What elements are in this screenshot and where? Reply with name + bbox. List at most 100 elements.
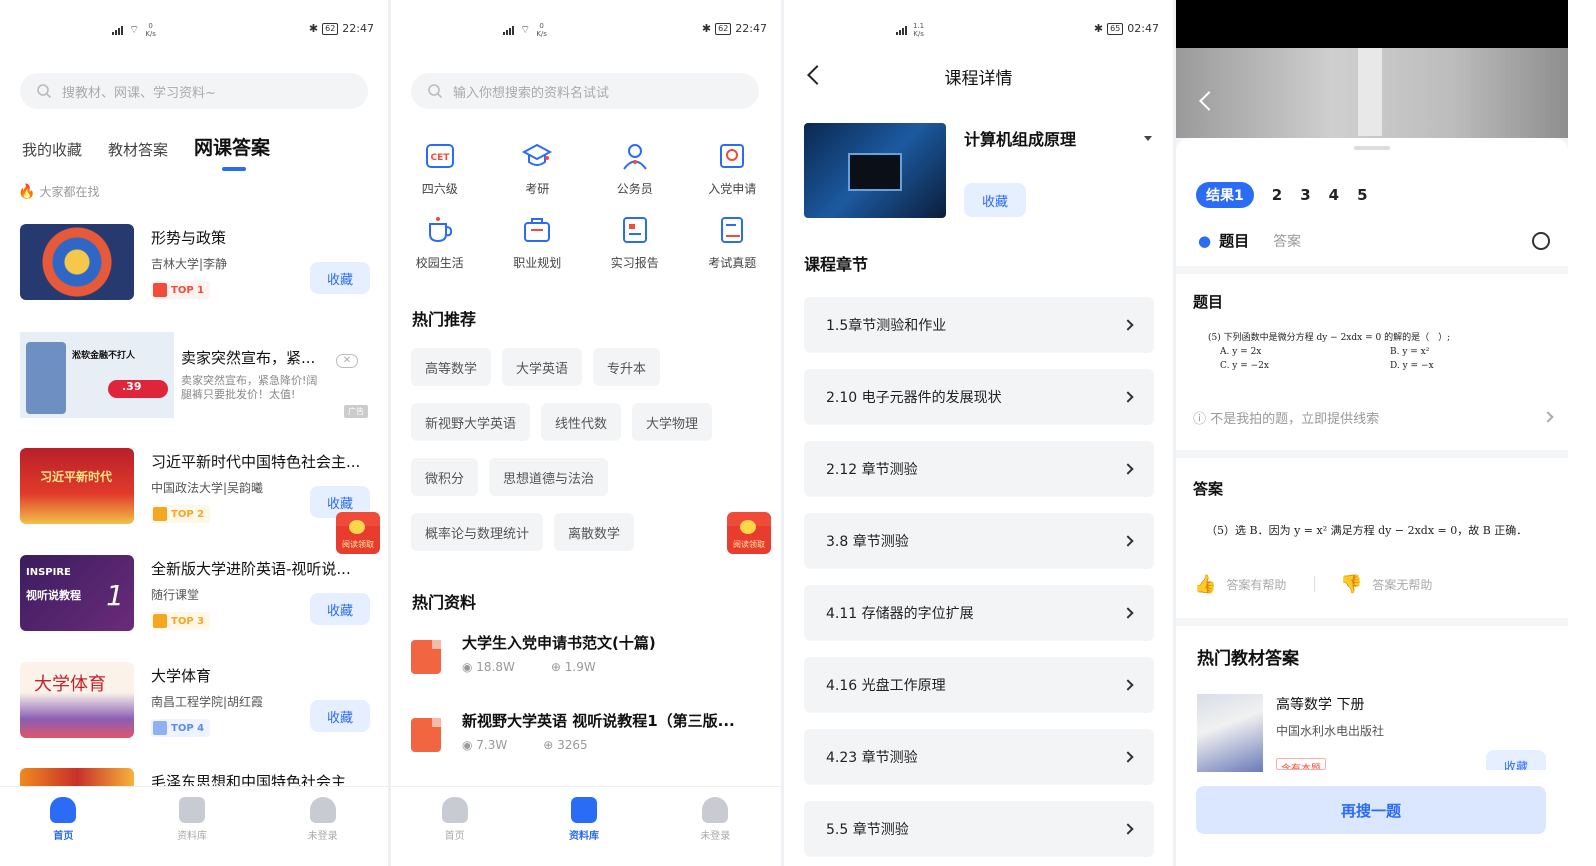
result-tab-3[interactable]: 3 <box>1300 186 1310 204</box>
option-c: C. y = −2x <box>1220 361 1269 371</box>
nav-home[interactable]: 首页 <box>50 797 77 866</box>
favorite-button[interactable]: 收藏 <box>310 593 370 625</box>
category-party-application[interactable]: 入党申请 <box>687 140 777 197</box>
course-thumbnail <box>20 224 134 300</box>
chip[interactable]: 离散数学 <box>554 513 635 551</box>
status-bar: ⌔ 0 K/s ✱ 62 22:47 <box>391 22 781 40</box>
helpful-button[interactable]: 👍 答案有帮助 <box>1194 574 1286 595</box>
chapter-item[interactable]: 4.16 光盘工作原理 <box>804 657 1154 713</box>
result-tab-1[interactable]: 结果1 <box>1196 182 1254 208</box>
course-thumbnail: 习近平新时代 <box>20 448 134 524</box>
red-packet-icon[interactable]: 阅读领取 <box>727 512 771 554</box>
doc-meta: ◉ 18.8W ⊕ 1.9W <box>462 660 596 674</box>
result-tab-2[interactable]: 2 <box>1272 186 1282 204</box>
refresh-icon[interactable] <box>1532 232 1550 250</box>
book-title: 高等数学 下册 <box>1276 697 1365 713</box>
search-input[interactable]: 输入你想搜索的资料名试试 <box>411 73 759 109</box>
course-item[interactable]: INSPIRE 视听说教程 1 全新版大学进阶英语-视听说... 随行课堂 TO… <box>20 555 370 635</box>
person-icon <box>622 144 647 170</box>
chapter-item[interactable]: 2.10 电子元器件的发展现状 <box>804 369 1154 425</box>
tab-answer[interactable]: 答案 <box>1273 231 1301 251</box>
red-packet-icon[interactable]: 阅读领取 <box>336 512 380 554</box>
chip[interactable]: 新视野大学英语 <box>411 403 531 441</box>
chapter-item[interactable]: 1.5章节测验和作业 <box>804 297 1154 353</box>
tab-my-favorites[interactable]: 我的收藏 <box>22 139 82 160</box>
nav-profile[interactable]: 未登录 <box>700 797 730 866</box>
chapter-item[interactable]: 3.8 章节测验 <box>804 513 1154 569</box>
drag-handle[interactable] <box>1354 146 1390 150</box>
doc-item[interactable]: 新视野大学英语 视听说教程1（第三版... ◉ 7.3W ⊕ 3265 <box>411 710 761 770</box>
user-icon <box>309 797 336 823</box>
favorite-button[interactable]: 收藏 <box>310 262 370 294</box>
captured-photo <box>1176 48 1568 138</box>
report-link[interactable]: ⓘ 不是我拍的题，立即提供线索 <box>1193 408 1554 427</box>
status-bar: 1.1 K/s ✱ 65 02:47 <box>784 22 1173 40</box>
category-exam-papers[interactable]: 考试真题 <box>687 214 777 271</box>
category-campus-life[interactable]: 校园生活 <box>395 214 485 271</box>
tab-question[interactable]: 题目 <box>1219 230 1249 251</box>
course-thumbnail: 大学体育 <box>20 662 134 738</box>
category-grid: 校园生活 职业规划 实习报告 考试真题 <box>391 214 781 271</box>
favorite-button[interactable]: 收藏 <box>1486 750 1546 770</box>
answer-title: 答案 <box>1193 480 1224 498</box>
course-item[interactable]: 大学体育 大学体育 南昌工程学院|胡红霞 TOP 4 收藏 <box>20 662 370 742</box>
chip[interactable]: 微积分 <box>411 458 479 496</box>
divider <box>1314 576 1315 592</box>
question-title: 题目 <box>1193 293 1224 311</box>
chip[interactable]: 专升本 <box>593 348 661 386</box>
tab-course-answers[interactable]: 网课答案 <box>194 133 270 171</box>
ad-item[interactable]: 淞软金融不打人 .39 卖家突然宣布，紧... 卖家突然宣布，紧急降价!阔腿裤只… <box>20 332 370 420</box>
result-tab-4[interactable]: 4 <box>1329 186 1339 204</box>
favorite-button[interactable]: 收藏 <box>310 700 370 732</box>
chip[interactable]: 大学物理 <box>632 403 713 441</box>
search-input[interactable]: 搜教材、网课、学习资料~ <box>20 73 368 109</box>
book-publisher: 中国水利水电出版社 <box>1276 724 1385 738</box>
category-postgrad[interactable]: 考研 <box>492 140 582 197</box>
doc-item[interactable]: 大学生入党申请书范文(十篇) ◉ 18.8W ⊕ 1.9W <box>411 632 761 692</box>
nav-home[interactable]: 首页 <box>441 797 468 866</box>
result-tab-5[interactable]: 5 <box>1357 186 1367 204</box>
category-career[interactable]: 职业规划 <box>492 214 582 271</box>
book-cover <box>1197 694 1263 772</box>
bottom-nav: 首页 资料库 未登录 <box>0 786 388 866</box>
chapter-item[interactable]: 4.11 存储器的字位扩展 <box>804 585 1154 641</box>
doc-meta: ◉ 7.3W ⊕ 3265 <box>462 738 588 752</box>
close-ad-button[interactable]: ✕ <box>336 354 358 368</box>
unhelpful-button[interactable]: 👎 答案无帮助 <box>1340 574 1432 595</box>
battery-icon: 62 <box>715 22 732 35</box>
ad-tag: 广告 <box>344 405 368 418</box>
chapter-item[interactable]: 4.23 章节测验 <box>804 729 1154 785</box>
favorite-button[interactable]: 收藏 <box>964 183 1026 217</box>
chevron-right-icon <box>1122 823 1134 835</box>
tab-textbook-answers[interactable]: 教材答案 <box>108 139 168 160</box>
thumbs-down-icon: 👎 <box>1340 574 1363 595</box>
nav-profile[interactable]: 未登录 <box>308 797 338 866</box>
chip[interactable]: 概率论与数理统计 <box>411 513 544 551</box>
chip[interactable]: 高等数学 <box>411 348 492 386</box>
nav-library[interactable]: 资料库 <box>177 797 207 866</box>
chapter-item[interactable]: 2.12 章节测验 <box>804 441 1154 497</box>
category-cet[interactable]: CET 四六级 <box>395 140 485 197</box>
nav-library[interactable]: 资料库 <box>569 797 599 866</box>
chapter-item[interactable]: 5.5 章节测验 <box>804 801 1154 857</box>
library-icon <box>178 797 205 823</box>
course-title: 形势与政策 <box>151 229 227 247</box>
chip[interactable]: 大学英语 <box>502 348 583 386</box>
option-b: B. y = x² <box>1390 347 1430 357</box>
section-hot-books: 热门教材答案 <box>1197 649 1299 669</box>
search-icon <box>428 84 443 99</box>
category-internship[interactable]: 实习报告 <box>590 214 680 271</box>
rank-badge: TOP 3 <box>151 612 211 630</box>
photo-top <box>1176 0 1568 48</box>
course-item[interactable]: 习近平新时代 习近平新时代中国特色社会主... 中国政法大学|吴韵曦 TOP 2… <box>20 448 370 528</box>
dropdown-icon[interactable] <box>1144 136 1152 141</box>
clock: 22:47 <box>342 22 374 35</box>
answer-card: 答案 （5）选 B．因为 y = x² 满足方程 dy − 2xdx = 0，故… <box>1176 458 1568 618</box>
chip[interactable]: 线性代数 <box>541 403 622 441</box>
course-item[interactable]: 形势与政策 吉林大学|李静 TOP 1 收藏 <box>20 224 370 304</box>
chip[interactable]: 思想道德与法治 <box>489 458 609 496</box>
wifi-icon: ⌔ <box>520 23 531 36</box>
search-again-button[interactable]: 再搜一题 <box>1196 786 1546 834</box>
ad-title: 卖家突然宣布，紧... <box>181 349 316 367</box>
category-civil-servant[interactable]: 公务员 <box>590 140 680 197</box>
